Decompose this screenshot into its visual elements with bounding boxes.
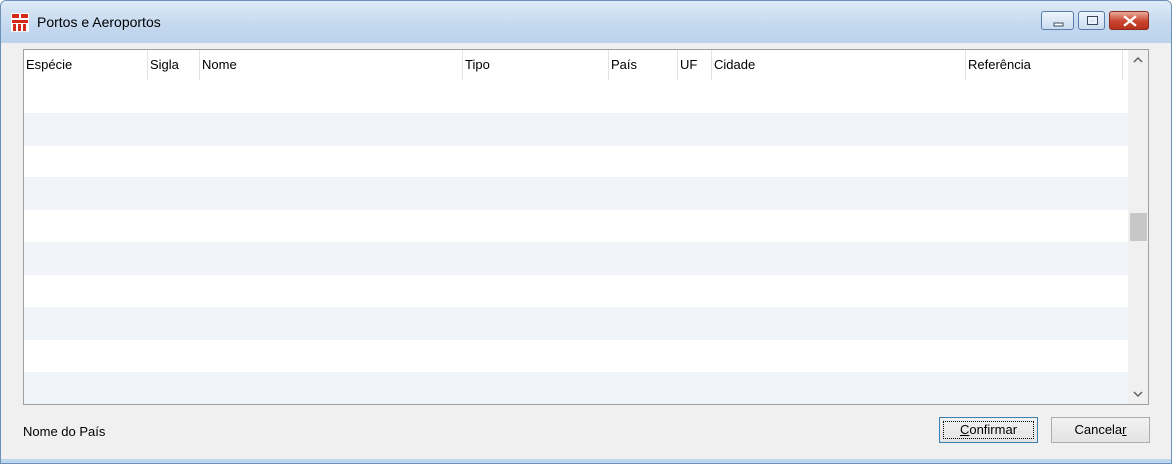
confirm-button[interactable]: Confirmar — [939, 417, 1038, 443]
cancel-label: Cancela — [1074, 422, 1123, 437]
table-row[interactable] — [24, 372, 1128, 404]
column-header-cidade[interactable]: Cidade — [712, 50, 966, 80]
table-row[interactable] — [24, 275, 1128, 308]
maximize-button[interactable] — [1078, 11, 1105, 30]
table-row[interactable] — [24, 307, 1128, 340]
table-row[interactable] — [24, 177, 1128, 210]
scrollbar-thumb[interactable] — [1130, 213, 1147, 241]
minimize-icon — [1053, 22, 1064, 27]
title-bar[interactable]: Portos e Aeroportos — [1, 1, 1171, 43]
column-header-referencia[interactable]: Referência — [966, 50, 1123, 80]
close-button[interactable] — [1109, 11, 1149, 30]
results-grid[interactable]: Espécie Sigla Nome Tipo País UF Cidade R… — [23, 49, 1149, 405]
minimize-button[interactable] — [1041, 11, 1074, 30]
window-title: Portos e Aeroportos — [37, 14, 161, 30]
app-logo-icon — [11, 13, 29, 32]
table-row[interactable] — [24, 340, 1128, 373]
table-row[interactable] — [24, 242, 1128, 275]
column-header-nome[interactable]: Nome — [200, 50, 463, 80]
column-header-tipo[interactable]: Tipo — [463, 50, 609, 80]
chevron-down-icon — [1133, 391, 1143, 398]
table-row[interactable] — [24, 210, 1128, 243]
vertical-scrollbar[interactable] — [1128, 50, 1148, 404]
cancel-mnemonic: r — [1122, 422, 1127, 437]
column-header-uf[interactable]: UF — [678, 50, 712, 80]
dialog-window: Portos e Aeroportos Espécie Sigla Nome T… — [0, 0, 1172, 464]
column-header-especie[interactable]: Espécie — [24, 50, 148, 80]
close-icon — [1123, 15, 1137, 27]
scroll-down-button[interactable] — [1128, 384, 1148, 404]
table-row[interactable] — [24, 146, 1128, 179]
grid-rows — [24, 80, 1128, 404]
maximize-icon — [1087, 16, 1098, 25]
focus-rectangle — [943, 421, 1034, 439]
grid-header: Espécie Sigla Nome Tipo País UF Cidade R… — [24, 50, 1128, 80]
table-row[interactable] — [24, 80, 1128, 113]
cancel-button[interactable]: Cancelar — [1051, 417, 1150, 443]
chevron-up-icon — [1133, 56, 1143, 63]
table-row[interactable] — [24, 113, 1128, 146]
status-label: Nome do País — [23, 424, 106, 439]
scroll-up-button[interactable] — [1128, 50, 1148, 70]
column-header-sigla[interactable]: Sigla — [148, 50, 200, 80]
column-header-pais[interactable]: País — [609, 50, 678, 80]
